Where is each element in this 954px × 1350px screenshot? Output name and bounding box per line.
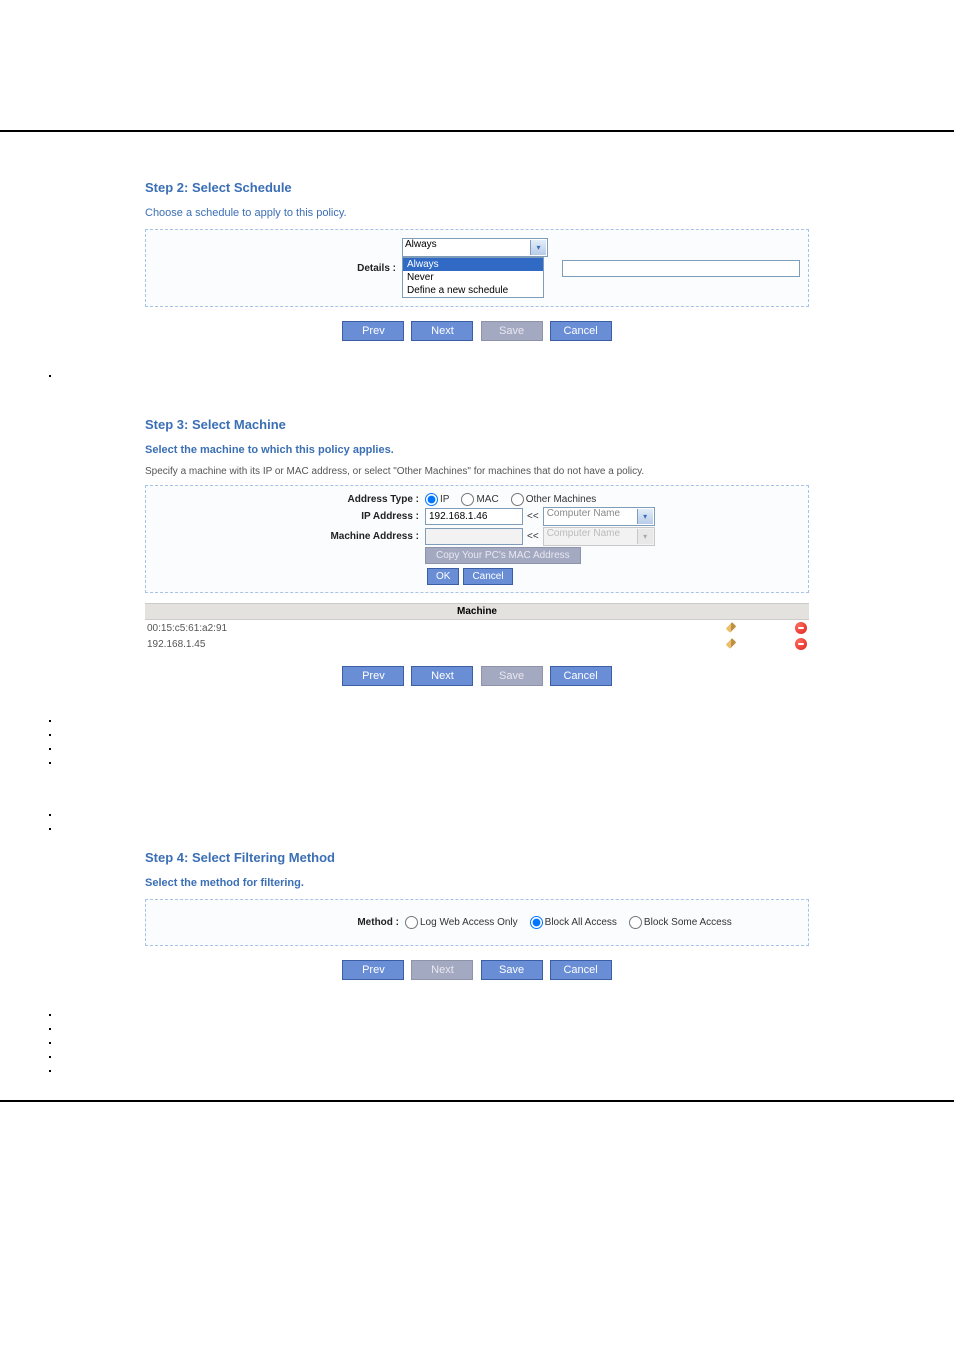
computer-name-select-1[interactable]: Computer Name ▾ — [543, 507, 655, 526]
chevron-down-icon: ▾ — [530, 240, 546, 255]
prev-button[interactable]: Prev — [342, 321, 404, 341]
chevron-down-icon: ▾ — [637, 529, 653, 544]
ip-address-input[interactable] — [425, 508, 523, 525]
step3-buttons: Prev Next Save Cancel — [145, 666, 809, 686]
machine-address-label: Machine Address : — [154, 531, 425, 542]
cancel-button[interactable]: Cancel — [463, 568, 512, 585]
schedule-select[interactable]: Always ▾ — [402, 238, 548, 257]
schedule-option-define[interactable]: Define a new schedule — [403, 284, 543, 297]
radio-other[interactable]: Other Machines — [511, 493, 597, 506]
bullet-spacer-2 — [20, 714, 824, 770]
bullet-spacer-1 — [20, 369, 824, 383]
computer-name-select-2: Computer Name ▾ — [543, 527, 655, 546]
step3-panel: Step 3: Select Machine Select the machin… — [130, 407, 824, 710]
step4-buttons: Prev Next Save Cancel — [145, 960, 809, 980]
bullet-spacer-3 — [20, 808, 824, 836]
copy-mac-button: Copy Your PC's MAC Address — [425, 547, 581, 564]
radio-mac-input[interactable] — [461, 493, 474, 506]
radio-log[interactable]: Log Web Access Only — [405, 916, 518, 929]
radio-blockall[interactable]: Block All Access — [530, 916, 617, 929]
arrow-left-icon: << — [527, 531, 539, 542]
next-button: Next — [411, 960, 473, 980]
address-type-radio-group: IP MAC Other Machines — [425, 493, 604, 506]
schedule-dropdown[interactable]: Always Never Define a new schedule — [402, 257, 544, 298]
next-button[interactable]: Next — [411, 666, 473, 686]
step3-form-box: Address Type : IP MAC Other Machines IP … — [145, 485, 809, 593]
radio-other-input[interactable] — [511, 493, 524, 506]
step4-panel: Step 4: Select Filtering Method Select t… — [130, 840, 824, 1004]
prev-button[interactable]: Prev — [342, 960, 404, 980]
save-button[interactable]: Save — [481, 960, 543, 980]
machine-address-cell: 00:15:c5:61:a2:91 — [147, 623, 647, 634]
ok-button[interactable]: OK — [427, 568, 459, 585]
step4-form-box: Method : Log Web Access Only Block All A… — [145, 899, 809, 946]
schedule-select-value: Always — [405, 239, 437, 250]
machine-table-header: Machine — [145, 603, 809, 620]
radio-blocksome[interactable]: Block Some Access — [629, 916, 732, 929]
prev-button[interactable]: Prev — [342, 666, 404, 686]
step4-subtitle: Select the method for filtering. — [145, 877, 809, 889]
next-button[interactable]: Next — [411, 321, 473, 341]
radio-ip[interactable]: IP — [425, 493, 449, 506]
edit-icon[interactable] — [725, 622, 737, 634]
edit-icon[interactable] — [725, 638, 737, 650]
table-row: 00:15:c5:61:a2:91 — [145, 620, 809, 636]
machine-address-input — [425, 528, 523, 545]
cancel-button[interactable]: Cancel — [550, 960, 612, 980]
chevron-down-icon: ▾ — [637, 509, 653, 524]
method-radio-group: Log Web Access Only Block All Access Blo… — [405, 916, 740, 929]
save-button: Save — [481, 321, 543, 341]
save-button: Save — [481, 666, 543, 686]
table-row: 192.168.1.45 — [145, 636, 809, 652]
step2-subtitle: Choose a schedule to apply to this polic… — [145, 207, 809, 219]
method-label: Method : — [154, 917, 405, 928]
address-type-label: Address Type : — [154, 494, 425, 505]
radio-ip-input[interactable] — [425, 493, 438, 506]
step2-title: Step 2: Select Schedule — [145, 180, 809, 195]
ip-address-label: IP Address : — [154, 511, 425, 522]
radio-mac[interactable]: MAC — [461, 493, 498, 506]
schedule-option-never[interactable]: Never — [403, 271, 543, 284]
step4-title: Step 4: Select Filtering Method — [145, 850, 809, 865]
details-label: Details : — [154, 263, 402, 274]
delete-icon[interactable] — [795, 622, 807, 634]
step3-title: Step 3: Select Machine — [145, 417, 809, 432]
step2-form-box: Details : Always ▾ Always Never Define a… — [145, 229, 809, 307]
radio-blockall-input[interactable] — [530, 916, 543, 929]
radio-blocksome-input[interactable] — [629, 916, 642, 929]
bullet-spacer-4 — [20, 1008, 824, 1078]
schedule-option-always[interactable]: Always — [403, 258, 543, 271]
step3-subtitle: Select the machine to which this policy … — [145, 444, 809, 456]
arrow-left-icon: << — [527, 511, 539, 522]
cancel-button[interactable]: Cancel — [550, 666, 612, 686]
delete-icon[interactable] — [795, 638, 807, 650]
step3-desc: Specify a machine with its IP or MAC add… — [145, 466, 809, 477]
cancel-button[interactable]: Cancel — [550, 321, 612, 341]
step2-buttons: Prev Next Save Cancel — [145, 321, 809, 341]
schedule-details-input[interactable] — [562, 260, 800, 277]
radio-log-input[interactable] — [405, 916, 418, 929]
machine-address-cell: 192.168.1.45 — [147, 639, 647, 650]
step2-panel: Step 2: Select Schedule Choose a schedul… — [130, 170, 824, 365]
